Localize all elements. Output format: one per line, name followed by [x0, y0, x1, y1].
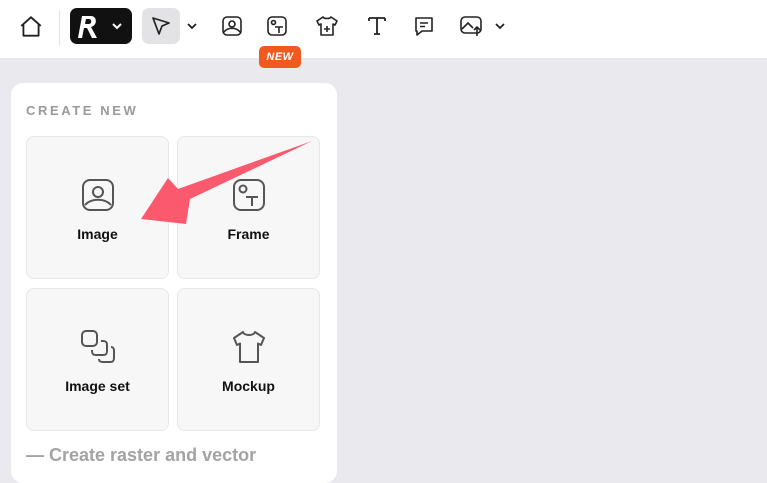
card-label: Frame	[227, 226, 270, 242]
logo-menu-button[interactable]	[70, 8, 132, 44]
mockup-tool-button[interactable]	[310, 10, 344, 42]
create-new-panel: CREATE NEW Image Frame Image set Mockup …	[11, 83, 337, 483]
comment-icon	[415, 17, 433, 36]
chevron-down-icon	[495, 23, 505, 30]
text-tool-button[interactable]	[361, 10, 393, 42]
pointer-arrow-icon	[152, 17, 170, 35]
top-toolbar: NEW	[0, 0, 767, 68]
upload-tool-button[interactable]	[455, 10, 489, 42]
new-badge: NEW	[259, 46, 301, 68]
create-image-card[interactable]: Image	[26, 136, 169, 279]
create-frame-card[interactable]: Frame	[177, 136, 320, 279]
select-tool-button[interactable]	[142, 8, 180, 44]
image-set-icon	[80, 330, 115, 363]
toolbar-divider	[59, 10, 60, 46]
frame-icon	[267, 16, 287, 36]
frame-icon	[232, 179, 265, 211]
comment-tool-button[interactable]	[408, 10, 440, 42]
upload-tool-menu[interactable]	[492, 16, 508, 36]
home-button[interactable]	[14, 12, 48, 42]
select-tool-menu[interactable]	[184, 16, 200, 36]
frame-tool-button[interactable]	[260, 10, 294, 42]
card-label: Image set	[65, 378, 130, 394]
upload-image-icon	[460, 16, 482, 36]
card-label: Image	[77, 226, 118, 242]
tshirt-icon	[316, 16, 338, 36]
footer-note: — Create raster and vector	[26, 445, 257, 465]
panel-title: CREATE NEW	[26, 103, 139, 118]
image-tool-button[interactable]	[216, 10, 248, 42]
card-label: Mockup	[222, 378, 275, 394]
home-icon	[20, 16, 42, 37]
tshirt-icon	[232, 331, 265, 363]
create-mockup-card[interactable]: Mockup	[177, 288, 320, 431]
image-icon	[81, 179, 114, 211]
image-icon	[222, 16, 242, 36]
chevron-down-icon	[112, 23, 122, 30]
chevron-down-icon	[187, 23, 197, 30]
create-image-set-card[interactable]: Image set	[26, 288, 169, 431]
text-icon	[368, 17, 386, 35]
app-logo	[78, 16, 97, 38]
